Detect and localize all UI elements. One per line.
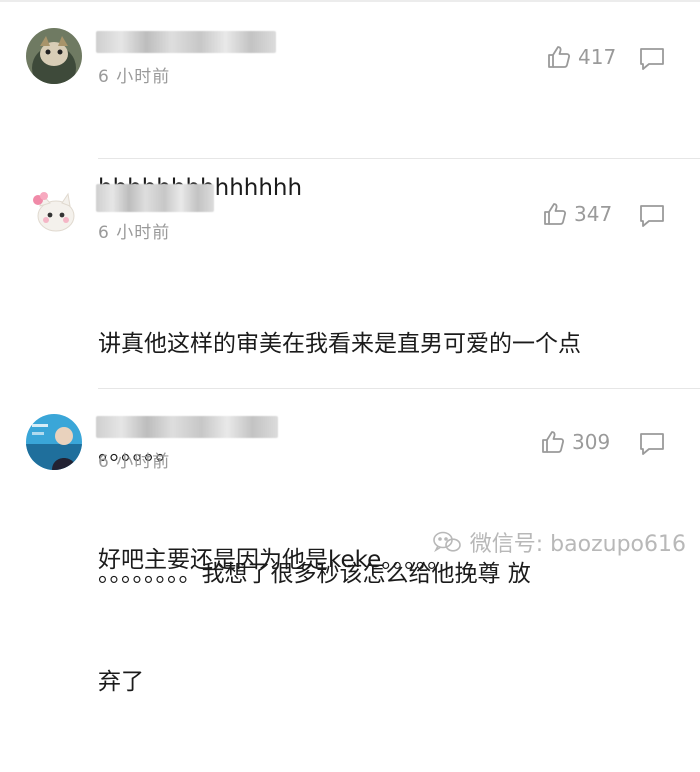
avatar[interactable] bbox=[26, 414, 82, 470]
comment-divider bbox=[98, 388, 700, 389]
comment-line: 弃了 bbox=[98, 669, 144, 695]
reply-icon[interactable] bbox=[638, 46, 666, 72]
like-button[interactable]: 309 bbox=[540, 429, 610, 455]
like-count: 347 bbox=[574, 202, 613, 226]
comment-time: 6 小时前 bbox=[98, 223, 171, 243]
thumbs-up-icon bbox=[542, 431, 565, 453]
comment-line: 讲真他这样的审美在我看来是直男可爱的一个点 bbox=[98, 331, 581, 357]
username-redacted[interactable] bbox=[96, 31, 276, 53]
comment-time: 6 小时前 bbox=[98, 452, 171, 472]
watermark: 微信号: baozupo616 bbox=[432, 526, 686, 558]
like-button[interactable]: 417 bbox=[546, 44, 616, 70]
watermark-text: 微信号: baozupo616 bbox=[469, 532, 686, 557]
like-button[interactable]: 347 bbox=[542, 201, 612, 227]
top-divider bbox=[0, 0, 700, 2]
reply-icon[interactable] bbox=[638, 203, 666, 229]
avatar[interactable] bbox=[26, 184, 82, 240]
like-count: 417 bbox=[578, 45, 617, 69]
like-count: 309 bbox=[572, 430, 611, 454]
comment-divider bbox=[98, 158, 700, 159]
username-redacted[interactable] bbox=[96, 416, 278, 438]
avatar[interactable] bbox=[26, 28, 82, 84]
comment-time: 6 小时前 bbox=[98, 67, 171, 87]
thumbs-up-icon bbox=[544, 203, 567, 225]
thumbs-up-icon bbox=[548, 46, 571, 68]
wechat-icon bbox=[432, 531, 461, 553]
reply-icon[interactable] bbox=[638, 431, 666, 457]
username-redacted[interactable] bbox=[96, 184, 214, 212]
comment-line: 。。。。。。。。我想了很多秒该怎么给他挽尊 放 bbox=[98, 561, 531, 587]
